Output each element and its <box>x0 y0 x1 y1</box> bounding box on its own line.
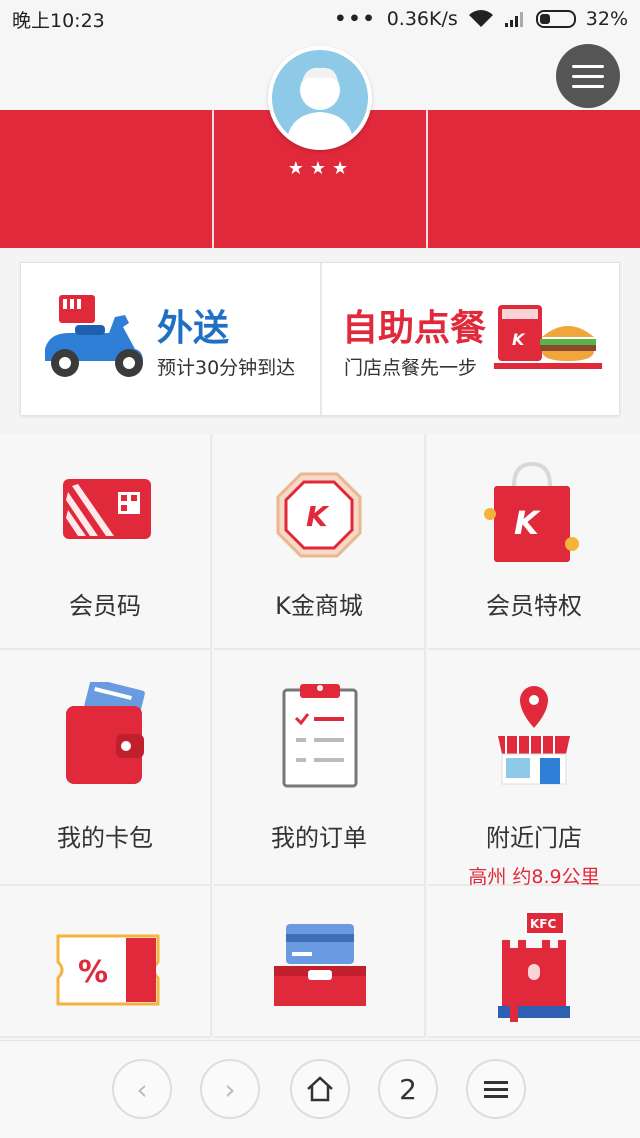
home-icon <box>307 1076 333 1102</box>
member-code-tile[interactable]: 会员码 <box>0 434 212 650</box>
member-privileges-tile[interactable]: K 会员特权 <box>428 434 640 650</box>
card-tray-icon <box>274 924 366 1006</box>
delivery-title: 外送 <box>157 308 230 349</box>
wifi-icon <box>468 10 493 27</box>
cup-k-letter: K <box>512 330 526 349</box>
network-speed: 0.36K/s <box>386 8 458 30</box>
k-gold-mall-label: K金商城 <box>275 592 363 620</box>
member-code-card-icon <box>63 479 151 539</box>
status-right: ••• 0.36K/s 32% <box>334 8 628 30</box>
status-time: 晚上10:23 <box>12 9 105 32</box>
self-order-title: 自助点餐 <box>342 308 487 349</box>
delivery-subtitle: 预计30分钟到达 <box>157 357 296 379</box>
coupon-tile[interactable]: % <box>0 886 212 1038</box>
banner-divider <box>426 110 428 248</box>
menu-button[interactable] <box>556 44 620 108</box>
battery-percent: 32% <box>585 8 628 30</box>
tabs-count: 2 <box>399 1072 417 1106</box>
browser-menu-button[interactable] <box>466 1059 526 1119</box>
scooter-icon <box>45 295 143 377</box>
battery-icon <box>535 10 576 28</box>
kfc-badge-text: KFC <box>530 917 556 931</box>
my-orders-label: 我的订单 <box>271 824 367 852</box>
my-wallet-tile[interactable]: 我的卡包 <box>0 650 212 886</box>
menu-icon <box>484 1081 508 1098</box>
menu-line <box>572 84 604 88</box>
status-dots: ••• <box>334 8 377 30</box>
coupon-ticket-icon: % <box>56 934 160 1006</box>
k-gold-mall-tile[interactable]: K K金商城 <box>214 434 426 650</box>
back-button[interactable]: ‹ <box>112 1059 172 1119</box>
coin-k-letter: K <box>306 500 330 533</box>
nearby-stores-tile[interactable]: 附近门店 高州 约8.9公里 <box>428 650 640 888</box>
home-button[interactable] <box>290 1059 350 1119</box>
coupon-percent-sign: % <box>78 955 108 990</box>
self-order-service[interactable]: 自助点餐 门店点餐先一步 K <box>320 263 619 415</box>
member-level-stars: ★★★ <box>287 158 355 179</box>
avatar-person-icon <box>286 67 354 146</box>
shopping-bag-k-icon: K <box>484 461 579 562</box>
banner-divider <box>212 110 214 248</box>
self-order-subtitle: 门店点餐先一步 <box>344 357 478 379</box>
member-privileges-label: 会员特权 <box>486 592 582 620</box>
bag-k-letter: K <box>514 504 541 542</box>
service-card: 外送 预计30分钟到达 自助点餐 门店点餐先一步 K <box>20 262 620 416</box>
kfc-story-tile[interactable]: KFC <box>428 886 640 1038</box>
forward-button[interactable]: › <box>200 1059 260 1119</box>
my-orders-tile[interactable]: 我的订单 <box>214 650 426 886</box>
nearby-store-distance: 高州 约8.9公里 <box>468 866 600 888</box>
store-location-icon <box>498 686 570 785</box>
k-gold-coin-icon: K <box>276 472 362 558</box>
card-tray-tile[interactable] <box>214 886 426 1038</box>
burger-meal-icon: K <box>494 305 602 369</box>
nearby-stores-label: 附近门店 <box>486 824 582 852</box>
clipboard-order-icon <box>282 684 358 788</box>
signal-icon <box>504 12 523 27</box>
menu-line <box>572 74 604 78</box>
browser-bottom-bar: ‹ › 2 <box>0 1040 640 1138</box>
my-wallet-label: 我的卡包 <box>57 824 153 852</box>
member-code-label: 会员码 <box>69 592 141 620</box>
back-arrow-icon: ‹ <box>136 1072 148 1106</box>
wallet-icon <box>66 682 145 784</box>
tabs-button[interactable]: 2 <box>378 1059 438 1119</box>
forward-arrow-icon: › <box>224 1072 236 1106</box>
menu-line <box>572 64 604 68</box>
delivery-service[interactable]: 外送 预计30分钟到达 <box>21 263 320 415</box>
status-bar: 晚上10:23 ••• 0.36K/s 32% <box>0 0 640 38</box>
kfc-castle-book-icon: KFC <box>498 911 570 1022</box>
user-avatar[interactable] <box>268 46 372 150</box>
